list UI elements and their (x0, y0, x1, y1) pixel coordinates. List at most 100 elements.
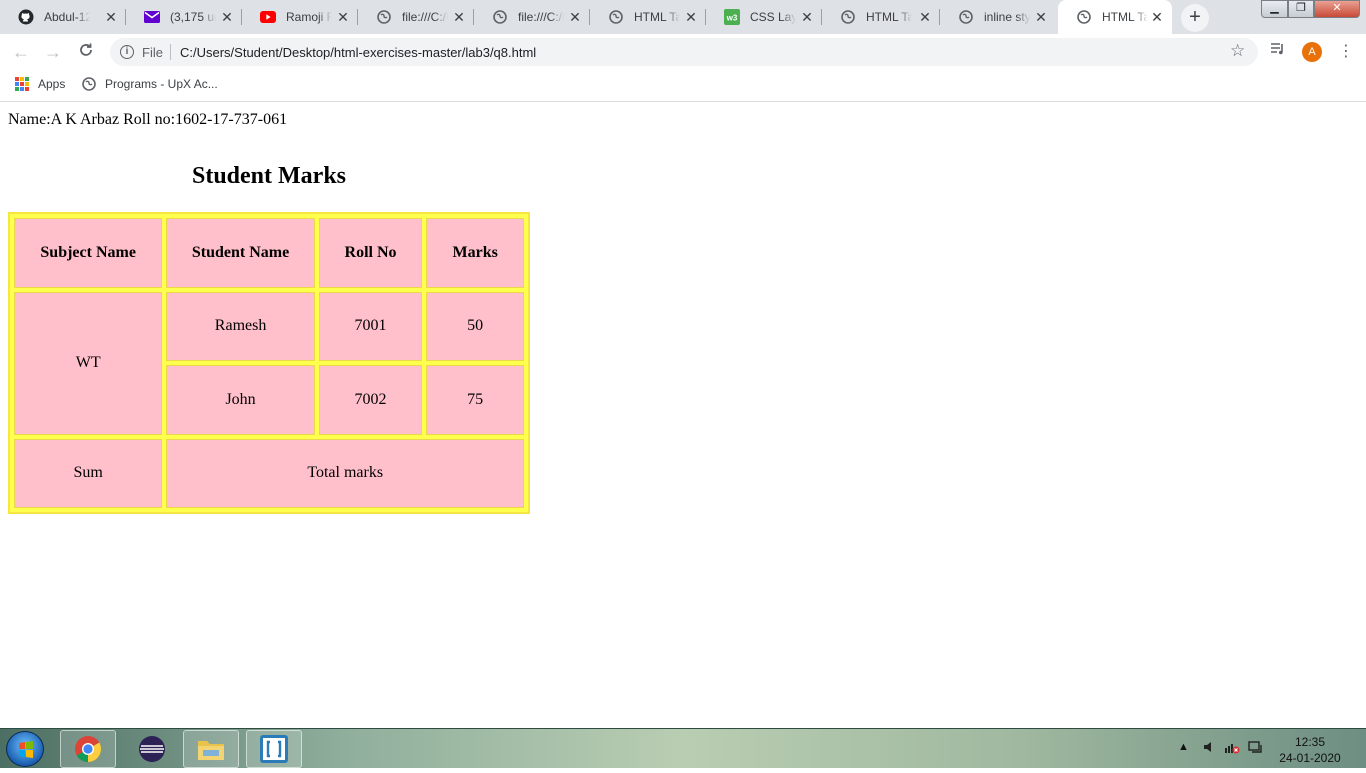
volume-icon[interactable] (1202, 739, 1216, 758)
tab-file-1[interactable]: file:///C:/U ✕ (358, 0, 474, 34)
forward-button[interactable]: → (41, 40, 65, 64)
cell-total-marks: Total marks (166, 438, 524, 508)
address-url[interactable]: C:/Users/Student/Desktop/html-exercises-… (180, 45, 536, 60)
profile-avatar[interactable]: A (1302, 42, 1322, 62)
action-center-icon[interactable] (1248, 739, 1264, 758)
globe-icon (82, 77, 96, 91)
globe-icon (840, 9, 856, 25)
start-button[interactable] (6, 731, 44, 767)
tab-title: HTML Tab (866, 10, 912, 24)
close-icon[interactable]: ✕ (104, 10, 118, 24)
cell-roll: 7001 (318, 291, 423, 361)
tab-html-tables-1[interactable]: HTML Tab ✕ (590, 0, 706, 34)
media-control-icon[interactable] (1270, 42, 1286, 60)
close-icon[interactable]: ✕ (800, 10, 814, 24)
cell-marks: 75 (426, 365, 524, 435)
new-tab-button[interactable]: + (1181, 4, 1209, 32)
cell-sum-label: Sum (14, 438, 163, 508)
youtube-icon (260, 9, 276, 25)
reload-button[interactable] (74, 40, 98, 64)
tab-title: file:///C:/U (402, 10, 448, 24)
close-icon[interactable]: ✕ (918, 10, 932, 24)
maximize-button[interactable]: ❐ (1288, 0, 1314, 18)
tab-github[interactable]: Abdul-12 ✕ (0, 0, 126, 34)
page-content: Name:A K Arbaz Roll no:1602-17-737-061 S… (0, 103, 1366, 728)
header-marks: Marks (426, 218, 524, 288)
globe-icon (958, 9, 974, 25)
close-icon[interactable]: ✕ (1150, 10, 1164, 24)
header-subject: Subject Name (14, 218, 163, 288)
tab-title: CSS Layou (750, 10, 796, 24)
github-icon (18, 9, 34, 25)
tab-title: Abdul-12 (44, 10, 90, 24)
tab-title: file:///C:/U (518, 10, 564, 24)
taskbar-chrome[interactable] (60, 730, 116, 768)
header-student: Student Name (166, 218, 315, 288)
marks-table: Subject Name Student Name Roll No Marks … (8, 212, 530, 514)
file-explorer-icon (198, 741, 224, 760)
address-scheme: File (142, 45, 163, 60)
menu-kebab-icon[interactable]: ⋮ (1338, 41, 1354, 61)
table-footer-row: Sum Total marks (14, 438, 524, 508)
tab-html-tables-2[interactable]: HTML Tab ✕ (822, 0, 940, 34)
tab-file-2[interactable]: file:///C:/U ✕ (474, 0, 590, 34)
bookmark-programs[interactable]: Programs - UpX Ac... (82, 77, 218, 91)
globe-icon (1076, 9, 1092, 25)
close-icon[interactable]: ✕ (336, 10, 350, 24)
tab-youtube[interactable]: Ramoji Fil ✕ (242, 0, 358, 34)
apps-grid-icon (15, 77, 29, 91)
taskbar-file-explorer[interactable] (183, 730, 239, 768)
globe-icon (376, 9, 392, 25)
reload-icon (80, 43, 92, 56)
tab-inline-style[interactable]: inline style ✕ (940, 0, 1056, 34)
close-icon[interactable]: ✕ (452, 10, 466, 24)
header-roll: Roll No (318, 218, 423, 288)
browser-toolbar: ← → i File C:/Users/Student/Desktop/html… (0, 34, 1366, 70)
window-controls: ▁ ❐ ✕ (1261, 0, 1360, 18)
close-icon[interactable]: ✕ (568, 10, 582, 24)
mail-icon (144, 9, 160, 25)
cell-marks: 50 (426, 291, 524, 361)
taskbar-eclipse[interactable] (124, 730, 180, 768)
globe-icon (608, 9, 624, 25)
close-window-button[interactable]: ✕ (1314, 0, 1360, 18)
bookmark-label: Apps (38, 77, 66, 91)
clock-date: 24-01-2020 (1279, 751, 1341, 765)
tab-title: HTML Tab (634, 10, 680, 24)
tab-title: Ramoji Fil (286, 10, 332, 24)
table-caption: Student Marks (191, 163, 347, 189)
globe-icon (492, 9, 508, 25)
minimize-button[interactable]: ▁ (1261, 0, 1288, 18)
tab-title: (3,175 unr (170, 10, 216, 24)
tab-strip: Abdul-12 ✕ (3,175 unr ✕ Ramoji Fil ✕ fil… (0, 0, 1366, 34)
windows-logo-icon (19, 741, 33, 758)
system-clock[interactable]: 12:35 24-01-2020 (1278, 734, 1342, 766)
svg-text:w3: w3 (726, 14, 738, 23)
clock-time: 12:35 (1294, 735, 1326, 749)
chrome-icon (75, 736, 102, 763)
tray-expand-icon[interactable]: ▲ (1178, 741, 1189, 753)
close-icon[interactable]: ✕ (220, 10, 234, 24)
student-info: Name:A K Arbaz Roll no:1602-17-737-061 (8, 111, 288, 128)
table-header-row: Subject Name Student Name Roll No Marks (14, 218, 524, 288)
tab-title: HTML Tab (1102, 10, 1148, 24)
cell-roll: 7002 (318, 365, 423, 435)
bookmarks-bar: Apps Programs - UpX Ac... (0, 70, 1366, 102)
cell-student: John (166, 365, 315, 435)
tab-title: inline style (984, 10, 1030, 24)
brackets-icon (260, 735, 288, 763)
bookmark-apps[interactable]: Apps (15, 77, 65, 91)
network-error-icon[interactable] (1224, 739, 1240, 758)
taskbar-brackets[interactable] (246, 730, 302, 768)
close-icon[interactable]: ✕ (1034, 10, 1048, 24)
back-button[interactable]: ← (9, 40, 33, 64)
w3schools-icon: w3 (724, 9, 740, 25)
tab-mail[interactable]: (3,175 unr ✕ (126, 0, 242, 34)
tab-html-tables-active[interactable]: HTML Tab ✕ (1058, 0, 1172, 34)
info-icon[interactable]: i (120, 45, 134, 59)
tab-css-layout[interactable]: w3 CSS Layou ✕ (706, 0, 822, 34)
bookmark-star-icon[interactable]: ☆ (1230, 41, 1245, 61)
close-icon[interactable]: ✕ (684, 10, 698, 24)
table-row: WT Ramesh 7001 50 (14, 291, 524, 435)
address-bar[interactable]: i File C:/Users/Student/Desktop/html-exe… (110, 38, 1258, 66)
